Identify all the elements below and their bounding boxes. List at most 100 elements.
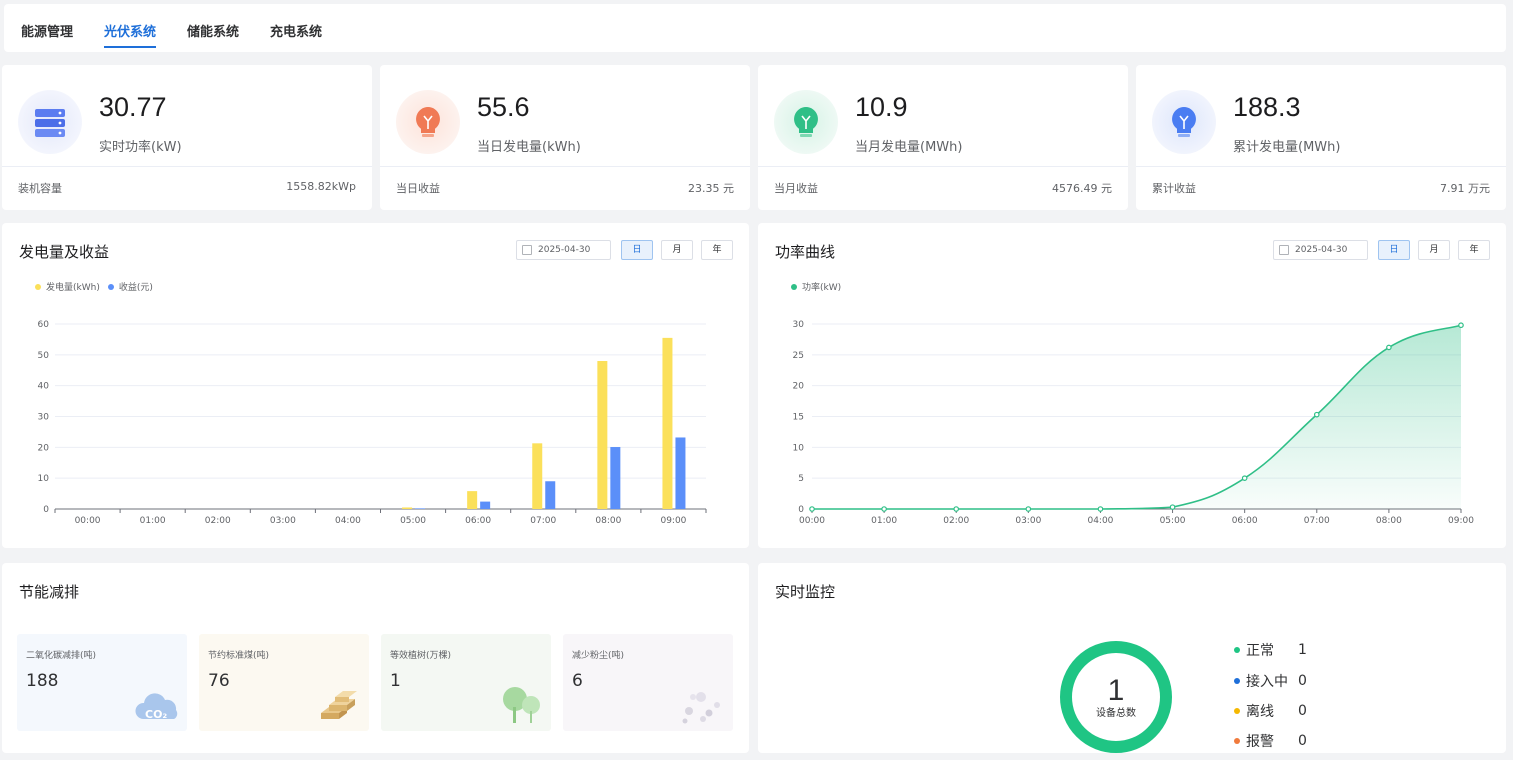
eco-item-trees: 等效植树(万棵) 1 (381, 634, 551, 731)
stat-card-daily-generation: 55.6 当日发电量(kWh) 当日收益 23.35 元 (380, 65, 750, 210)
x-tick-label: 07:00 (530, 516, 556, 526)
tab-label: 能源管理 (21, 25, 74, 40)
divider (1136, 166, 1506, 167)
x-tick-label: 03:00 (270, 516, 296, 526)
stat-card-realtime-power: 30.77 实时功率(kW) 装机容量 1558.82kWp (2, 65, 372, 210)
eco-label: 节约标准煤(吨) (208, 651, 270, 661)
co2-text: CO₂ (145, 708, 167, 721)
lightbulb-icon (396, 90, 460, 154)
status-offline: 离线 0 (1234, 701, 1307, 721)
device-total-value: 1 (1107, 674, 1125, 707)
x-tick-label: 02:00 (205, 516, 231, 526)
data-point (809, 506, 815, 512)
status-label: 正常 (1246, 643, 1274, 659)
x-tick-label: 08:00 (1376, 516, 1402, 526)
eco-value: 188 (26, 671, 59, 691)
tab-label: 充电系统 (270, 25, 323, 40)
y-tick-label: 50 (38, 351, 50, 361)
bar (675, 437, 686, 509)
y-tick-label: 30 (38, 413, 50, 423)
stat-value: 188.3 (1233, 92, 1301, 122)
eco-item-dust: 减少粉尘(吨) 6 (563, 634, 733, 731)
stat-sub-label: 装机容量 (18, 182, 62, 195)
x-tick-label: 07:00 (1304, 516, 1330, 526)
y-tick-label: 30 (793, 320, 805, 330)
stat-label: 累计发电量(MWh) (1233, 140, 1341, 155)
x-tick-label: 03:00 (1015, 516, 1041, 526)
lightbulb-icon (774, 90, 838, 154)
bar (532, 443, 543, 509)
y-tick-label: 5 (798, 474, 804, 484)
tab-pv-system[interactable]: 光伏系统 (104, 21, 157, 48)
stat-value: 55.6 (477, 92, 530, 122)
panel-title: 节能减排 (19, 583, 80, 601)
generation-revenue-panel: 发电量及收益 2025-04-30 日 月 年 发电量(kWh) 收益(元) 0… (2, 223, 749, 548)
status-label: 离线 (1246, 704, 1274, 720)
eco-value: 1 (390, 671, 401, 691)
bar (610, 447, 621, 509)
y-tick-label: 10 (793, 443, 805, 453)
data-point (881, 506, 887, 512)
x-tick-label: 05:00 (400, 516, 426, 526)
y-tick-label: 60 (38, 320, 50, 330)
eco-item-coal: 节约标准煤(吨) 76 (199, 634, 369, 731)
eco-item-co2: 二氧化碳减排(吨) 188 CO₂ (17, 634, 187, 731)
divider (380, 166, 750, 167)
data-point (1169, 504, 1176, 510)
tab-label: 光伏系统 (104, 25, 157, 40)
x-tick-label: 04:00 (335, 516, 361, 526)
dust-icon (682, 692, 720, 724)
status-count: 0 (1298, 733, 1307, 749)
lightbulb-icon (1152, 90, 1216, 154)
stat-sub-value: 4576.49 元 (1052, 182, 1112, 195)
eco-value: 6 (572, 671, 583, 691)
server-stack-icon (18, 90, 82, 154)
status-dot (1234, 678, 1240, 684)
divider (2, 166, 372, 167)
tree-icon (503, 687, 540, 723)
data-point (1097, 506, 1104, 512)
data-point (953, 506, 960, 512)
status-count: 0 (1298, 703, 1307, 719)
x-tick-label: 01:00 (871, 516, 897, 526)
x-tick-label: 04:00 (1087, 516, 1113, 526)
eco-label: 二氧化碳减排(吨) (26, 651, 97, 661)
tab-storage-system[interactable]: 储能系统 (187, 21, 239, 40)
stat-sub-value: 23.35 元 (688, 182, 734, 195)
x-tick-label: 00:00 (75, 516, 101, 526)
stat-sub-value: 7.91 万元 (1440, 182, 1490, 195)
stat-card-monthly-generation: 10.9 当月发电量(MWh) 当月收益 4576.49 元 (758, 65, 1128, 210)
panel-title: 实时监控 (775, 583, 836, 601)
status-normal: 正常 1 (1234, 640, 1307, 660)
power-curve-panel: 功率曲线 2025-04-30 日 月 年 功率(kW) 0 5 10 15 20 25 3… (758, 223, 1506, 548)
area-fill (812, 325, 1461, 509)
y-tick-label: 0 (43, 505, 49, 515)
status-alarm: 报警 0 (1234, 731, 1307, 751)
status-count: 1 (1298, 642, 1307, 658)
x-tick-label: 05:00 (1160, 516, 1186, 526)
x-tick-label: 09:00 (660, 516, 686, 526)
y-tick-label: 0 (798, 505, 804, 515)
tab-energy-management[interactable]: 能源管理 (21, 21, 73, 40)
gold-bars-icon (321, 691, 357, 719)
data-point (1241, 475, 1248, 481)
x-tick-label: 09:00 (1448, 516, 1474, 526)
x-tick-label: 08:00 (595, 516, 621, 526)
data-point (1386, 344, 1392, 351)
bar (402, 507, 413, 509)
stat-sub-value: 1558.82kWp (286, 180, 356, 193)
data-point (1458, 322, 1464, 329)
x-tick-label: 06:00 (1232, 516, 1258, 526)
co2-cloud-icon: CO₂ (135, 693, 178, 721)
eco-value: 76 (208, 671, 230, 691)
status-count: 0 (1298, 673, 1307, 689)
tab-charging-system[interactable]: 充电系统 (270, 21, 322, 40)
x-tick-label: 01:00 (140, 516, 166, 526)
power-area-chart: 0 5 10 15 20 25 30 00:00 01:00 02:00 03:00 04:00 05:… (793, 320, 1475, 526)
generation-bar-chart: 0 10 20 30 40 50 60 00:00 01:00 02:00 03:00 04:00 05… (38, 320, 707, 526)
bar (467, 491, 478, 509)
stat-label: 当日发电量(kWh) (477, 140, 581, 155)
bar (545, 481, 556, 509)
y-tick-label: 10 (38, 474, 50, 484)
data-point (1313, 411, 1320, 418)
